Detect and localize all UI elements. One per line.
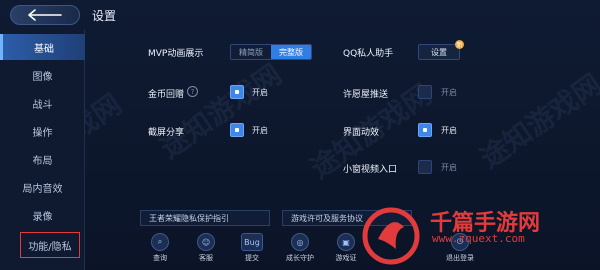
watermark-diag-1: 途知游戏网 — [154, 57, 288, 165]
sidebar-item-replay[interactable]: 录像 — [0, 202, 85, 228]
bug-submit-label: 提交 — [245, 254, 259, 262]
sidebar-item-graphics[interactable]: 图像 — [0, 62, 85, 88]
page-title: 设置 — [92, 9, 117, 23]
qq-assistant-settings-button[interactable]: 设置 — [418, 44, 460, 60]
screenshot-share-label: 截屏分享 — [148, 128, 185, 138]
query-label: 查询 — [153, 254, 167, 262]
allow-push-label: 许愿屋推送 — [343, 90, 389, 100]
allow-push-state: 开启 — [441, 88, 457, 97]
gold-replay-state: 开启 — [252, 88, 268, 97]
watermark-logo-icon — [362, 207, 420, 265]
mvp-label: MVP动画展示 — [148, 49, 204, 59]
qq-assistant-label: QQ私人助手 — [343, 49, 394, 59]
ui-animation-checkbox[interactable] — [418, 123, 432, 137]
mvp-option-full[interactable]: 完整版 — [271, 45, 311, 59]
mvp-segmented-control: 精简版 完整版 — [230, 44, 312, 60]
top-bar: 设置 — [0, 0, 600, 30]
back-button[interactable] — [10, 5, 80, 25]
screenshot-share-state: 开启 — [252, 126, 268, 135]
new-badge: 新 — [455, 40, 464, 49]
ui-animation-state: 开启 — [441, 126, 457, 135]
sidebar-item-layout[interactable]: 布局 — [0, 146, 85, 172]
small-window-label: 小窗视频入口 — [343, 165, 398, 175]
sidebar-item-controls[interactable]: 操作 — [0, 118, 85, 144]
privacy-guide-link[interactable]: 王者荣耀隐私保护指引 — [140, 210, 270, 226]
game-license-label: 游戏证 — [335, 254, 357, 262]
query-button[interactable]: ⌕ 查询 — [140, 233, 180, 267]
search-icon: ⌕ — [151, 233, 169, 251]
mvp-option-lite[interactable]: 精简版 — [231, 45, 271, 59]
settings-screen: 途知游戏网 途知游戏网 途知游戏网 途知游戏网 设置 基础 图像 战斗 操作 布… — [0, 0, 600, 270]
watermark-diag-3: 途知游戏网 — [474, 67, 600, 175]
bug-submit-button[interactable]: Bug 提交 — [232, 233, 272, 267]
bug-icon: Bug — [241, 233, 263, 251]
service-icon: ☺ — [197, 233, 215, 251]
guard-icon: ◎ — [291, 233, 309, 251]
sidebar-item-privacy[interactable]: 功能/隐私 — [20, 232, 80, 258]
customer-service-button[interactable]: ☺ 客服 — [186, 233, 226, 267]
small-window-checkbox[interactable] — [418, 160, 432, 174]
small-window-state: 开启 — [441, 163, 457, 172]
gold-replay-label: 金币回赠 — [148, 90, 185, 100]
logout-label: 退出登录 — [446, 254, 474, 262]
growth-guard-label: 成长守护 — [286, 254, 314, 262]
allow-push-checkbox[interactable] — [418, 85, 432, 99]
customer-service-label: 客服 — [199, 254, 213, 262]
info-icon[interactable]: ? — [187, 86, 198, 97]
gold-replay-checkbox[interactable] — [230, 85, 244, 99]
sidebar-item-battle[interactable]: 战斗 — [0, 90, 85, 116]
sidebar-item-sound[interactable]: 局内音效 — [0, 174, 85, 200]
sidebar-item-basic[interactable]: 基础 — [0, 34, 85, 60]
screenshot-share-checkbox[interactable] — [230, 123, 244, 137]
license-icon: ▣ — [337, 233, 355, 251]
back-arrow-icon — [28, 9, 62, 21]
growth-guard-button[interactable]: ◎ 成长守护 — [280, 233, 320, 267]
sidebar: 基础 图像 战斗 操作 布局 局内音效 录像 功能/隐私 — [0, 30, 85, 270]
ui-animation-label: 界面动效 — [343, 128, 380, 138]
watermark-url: www.zquext.com — [432, 232, 525, 245]
